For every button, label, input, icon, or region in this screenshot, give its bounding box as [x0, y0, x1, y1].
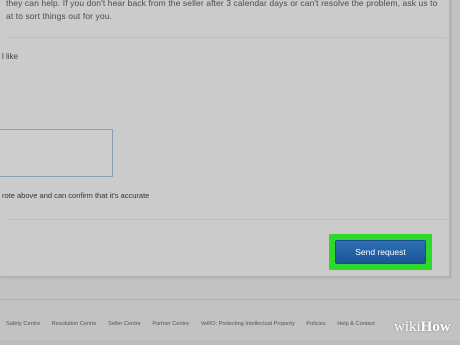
footer-bottom-bar [0, 340, 460, 345]
footer-link-policies[interactable]: Policies [306, 321, 325, 327]
section-divider [6, 37, 446, 38]
page: they can help. If you don't hear back fr… [0, 0, 460, 345]
intro-line-1: they can help. If you don't hear back fr… [6, 0, 438, 8]
section-divider [6, 219, 446, 220]
send-button-highlight: Send request [329, 234, 432, 270]
request-form-card: they can help. If you don't hear back fr… [0, 0, 450, 277]
footer-link-seller-centre[interactable]: Seller Centre [108, 321, 141, 327]
footer-link-safety-centre[interactable]: Safety Centre [6, 321, 40, 327]
wikihow-watermark: wikiHow [394, 319, 451, 336]
footer-divider [0, 299, 460, 300]
footer-links: Safety Centre Resolution Centre Seller C… [6, 321, 385, 327]
footer-link-help-contact[interactable]: Help & Contact [337, 321, 375, 327]
notes-textarea[interactable] [0, 129, 113, 177]
confirm-accuracy-text: rote above and can confirm that it's acc… [2, 191, 150, 200]
intro-line-2: at to sort things out for you. [6, 11, 112, 21]
watermark-wiki: wiki [394, 319, 421, 335]
send-request-button[interactable]: Send request [335, 240, 426, 264]
request-prompt-label: l like [2, 52, 19, 61]
footer-link-partner-centre[interactable]: Partner Centre [152, 321, 189, 327]
footer-link-vero[interactable]: VeRO: Protecting Intellectual Property [201, 321, 295, 327]
watermark-how: How [420, 319, 451, 335]
intro-text: they can help. If you don't hear back fr… [6, 0, 446, 23]
footer-link-resolution-centre[interactable]: Resolution Centre [52, 321, 97, 327]
